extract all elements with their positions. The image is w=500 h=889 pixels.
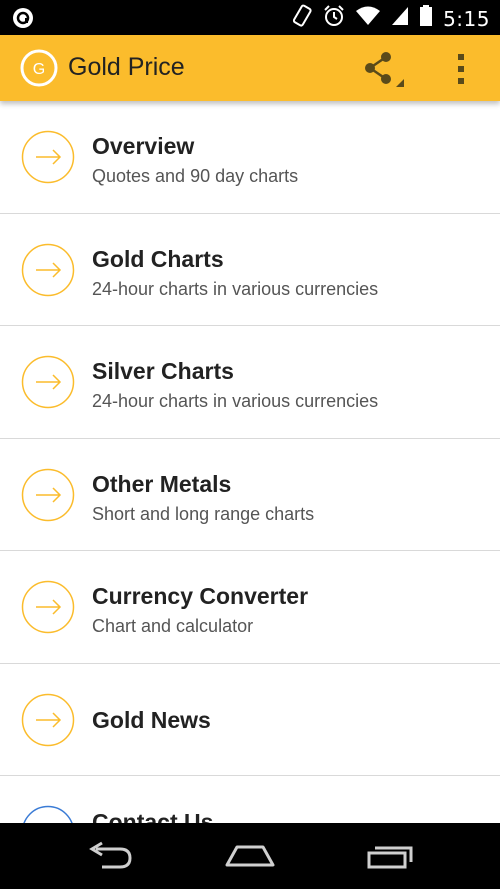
app-notification-icon bbox=[12, 7, 34, 34]
app-logo-icon[interactable]: G bbox=[20, 49, 58, 87]
menu-item-gold-charts[interactable]: Gold Charts 24-hour charts in various cu… bbox=[0, 214, 500, 326]
menu-item-overview[interactable]: Overview Quotes and 90 day charts bbox=[0, 101, 500, 214]
menu-item-currency-converter[interactable]: Currency Converter Chart and calculator bbox=[0, 551, 500, 664]
menu-item-title: Gold News bbox=[92, 706, 211, 733]
cell-signal-icon bbox=[391, 4, 409, 33]
recents-icon bbox=[367, 846, 413, 869]
menu-item-contact-us[interactable]: Contact Us bbox=[0, 776, 500, 823]
share-icon bbox=[365, 52, 404, 87]
arrow-right-icon bbox=[21, 355, 75, 409]
arrow-right-icon bbox=[21, 243, 75, 296]
overflow-menu-icon bbox=[458, 54, 464, 84]
navigation-bar bbox=[0, 823, 500, 889]
menu-item-subtitle: 24-hour charts in various currencies bbox=[92, 391, 379, 411]
menu-item-title: Contact Us bbox=[92, 809, 214, 823]
menu-item-title: Silver Charts bbox=[92, 358, 234, 384]
app-title: Gold Price bbox=[68, 53, 185, 81]
menu-item-title: Overview bbox=[92, 133, 195, 159]
menu-item-other-metals[interactable]: Other Metals Short and long range charts bbox=[0, 439, 500, 551]
recents-button[interactable] bbox=[366, 841, 416, 876]
vibrate-icon bbox=[291, 4, 313, 33]
status-bar: 5:15 bbox=[0, 0, 500, 35]
menu-item-gold-news[interactable]: Gold News bbox=[0, 664, 500, 776]
menu-list: Overview Quotes and 90 day charts Gold C… bbox=[0, 101, 500, 823]
menu-item-subtitle: Short and long range charts bbox=[92, 503, 315, 524]
app-bar: G Gold Price bbox=[0, 35, 500, 101]
battery-icon bbox=[419, 4, 433, 33]
home-icon bbox=[225, 845, 275, 867]
menu-item-silver-charts[interactable]: Silver Charts 24-hour charts in various … bbox=[0, 326, 500, 439]
arrow-right-icon bbox=[21, 130, 75, 184]
menu-item-title: Currency Converter bbox=[92, 583, 309, 609]
arrow-right-icon bbox=[21, 468, 75, 521]
status-time: 5:15 bbox=[443, 6, 490, 31]
overflow-menu-button[interactable] bbox=[448, 49, 474, 89]
contact-icon bbox=[23, 805, 73, 823]
wifi-icon bbox=[355, 4, 381, 33]
home-button[interactable] bbox=[224, 843, 276, 874]
back-button[interactable] bbox=[86, 841, 136, 876]
menu-item-title: Other Metals bbox=[92, 470, 232, 497]
arrow-right-icon bbox=[21, 693, 75, 746]
share-button[interactable] bbox=[360, 49, 406, 89]
arrow-right-icon bbox=[21, 580, 75, 634]
menu-item-subtitle: 24-hour charts in various currencies bbox=[92, 278, 379, 299]
menu-item-title: Gold Charts bbox=[92, 245, 224, 272]
menu-item-subtitle: Quotes and 90 day charts bbox=[92, 166, 299, 186]
alarm-icon bbox=[323, 4, 345, 33]
back-icon bbox=[89, 841, 132, 869]
menu-item-subtitle: Chart and calculator bbox=[92, 616, 254, 636]
app-logo-letter: G bbox=[33, 61, 45, 78]
